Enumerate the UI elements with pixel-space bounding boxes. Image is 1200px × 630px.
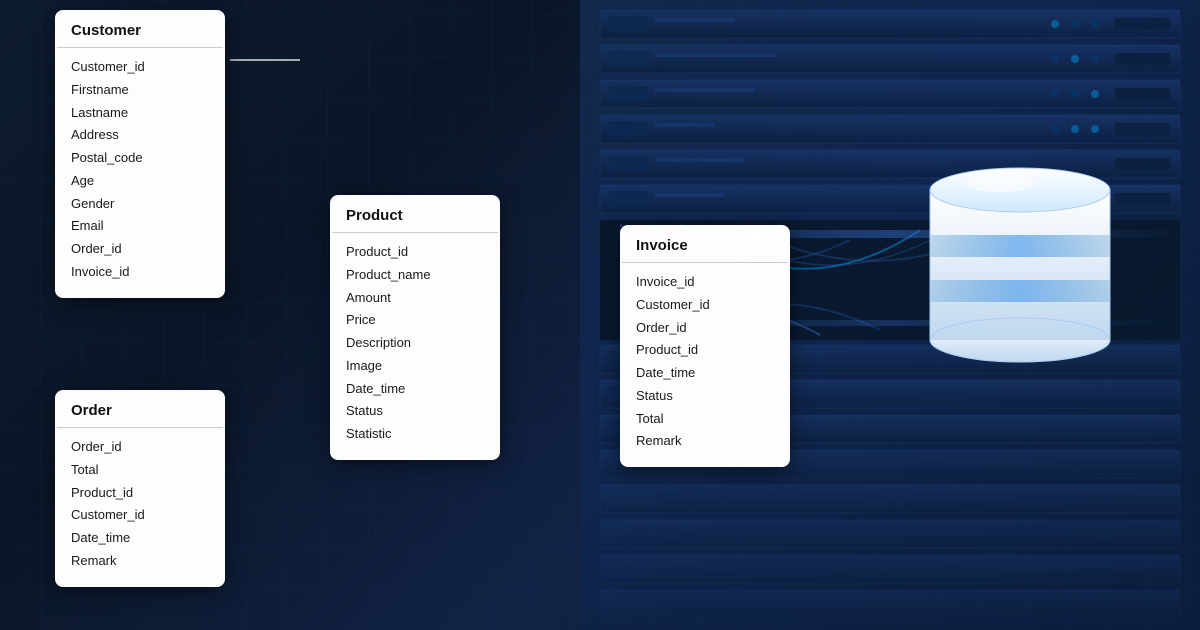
invoice-field-7: Remark: [636, 430, 774, 453]
customer-field-2: Lastname: [71, 102, 209, 125]
order-field-2: Product_id: [71, 482, 209, 505]
invoice-table-body: Invoice_id Customer_id Order_id Product_…: [622, 263, 788, 465]
order-table-header: Order: [57, 392, 223, 428]
invoice-table-header: Invoice: [622, 227, 788, 263]
order-table: Order Order_id Total Product_id Customer…: [55, 390, 225, 587]
order-field-1: Total: [71, 459, 209, 482]
customer-field-5: Age: [71, 170, 209, 193]
invoice-field-3: Product_id: [636, 339, 774, 362]
order-table-title: Order: [71, 402, 112, 419]
order-table-body: Order_id Total Product_id Customer_id Da…: [57, 428, 223, 585]
customer-field-7: Email: [71, 215, 209, 238]
product-field-8: Statistic: [346, 423, 484, 446]
product-field-2: Amount: [346, 287, 484, 310]
customer-table: Customer Customer_id Firstname Lastname …: [55, 10, 225, 298]
invoice-field-2: Order_id: [636, 317, 774, 340]
customer-field-1: Firstname: [71, 79, 209, 102]
product-field-6: Date_time: [346, 378, 484, 401]
product-field-0: Product_id: [346, 241, 484, 264]
invoice-field-6: Total: [636, 408, 774, 431]
invoice-table-title: Invoice: [636, 237, 688, 254]
product-table: Product Product_id Product_name Amount P…: [330, 195, 500, 460]
invoice-field-4: Date_time: [636, 362, 774, 385]
customer-field-6: Gender: [71, 193, 209, 216]
invoice-field-0: Invoice_id: [636, 271, 774, 294]
customer-table-title: Customer: [71, 22, 141, 39]
product-field-1: Product_name: [346, 264, 484, 287]
product-table-body: Product_id Product_name Amount Price Des…: [332, 233, 498, 458]
database-icon: [920, 140, 1120, 370]
order-field-5: Remark: [71, 550, 209, 573]
product-table-title: Product: [346, 207, 403, 224]
customer-field-0: Customer_id: [71, 56, 209, 79]
customer-field-3: Address: [71, 124, 209, 147]
content-area: Customer Customer_id Firstname Lastname …: [0, 0, 1200, 630]
product-field-7: Status: [346, 400, 484, 423]
invoice-field-5: Status: [636, 385, 774, 408]
order-field-3: Customer_id: [71, 504, 209, 527]
customer-field-8: Order_id: [71, 238, 209, 261]
customer-table-header: Customer: [57, 12, 223, 48]
product-field-4: Description: [346, 332, 484, 355]
product-field-5: Image: [346, 355, 484, 378]
order-field-0: Order_id: [71, 436, 209, 459]
customer-field-9: Invoice_id: [71, 261, 209, 284]
product-table-header: Product: [332, 197, 498, 233]
customer-field-4: Postal_code: [71, 147, 209, 170]
order-field-4: Date_time: [71, 527, 209, 550]
customer-table-body: Customer_id Firstname Lastname Address P…: [57, 48, 223, 296]
product-field-3: Price: [346, 309, 484, 332]
invoice-field-1: Customer_id: [636, 294, 774, 317]
invoice-table: Invoice Invoice_id Customer_id Order_id …: [620, 225, 790, 467]
